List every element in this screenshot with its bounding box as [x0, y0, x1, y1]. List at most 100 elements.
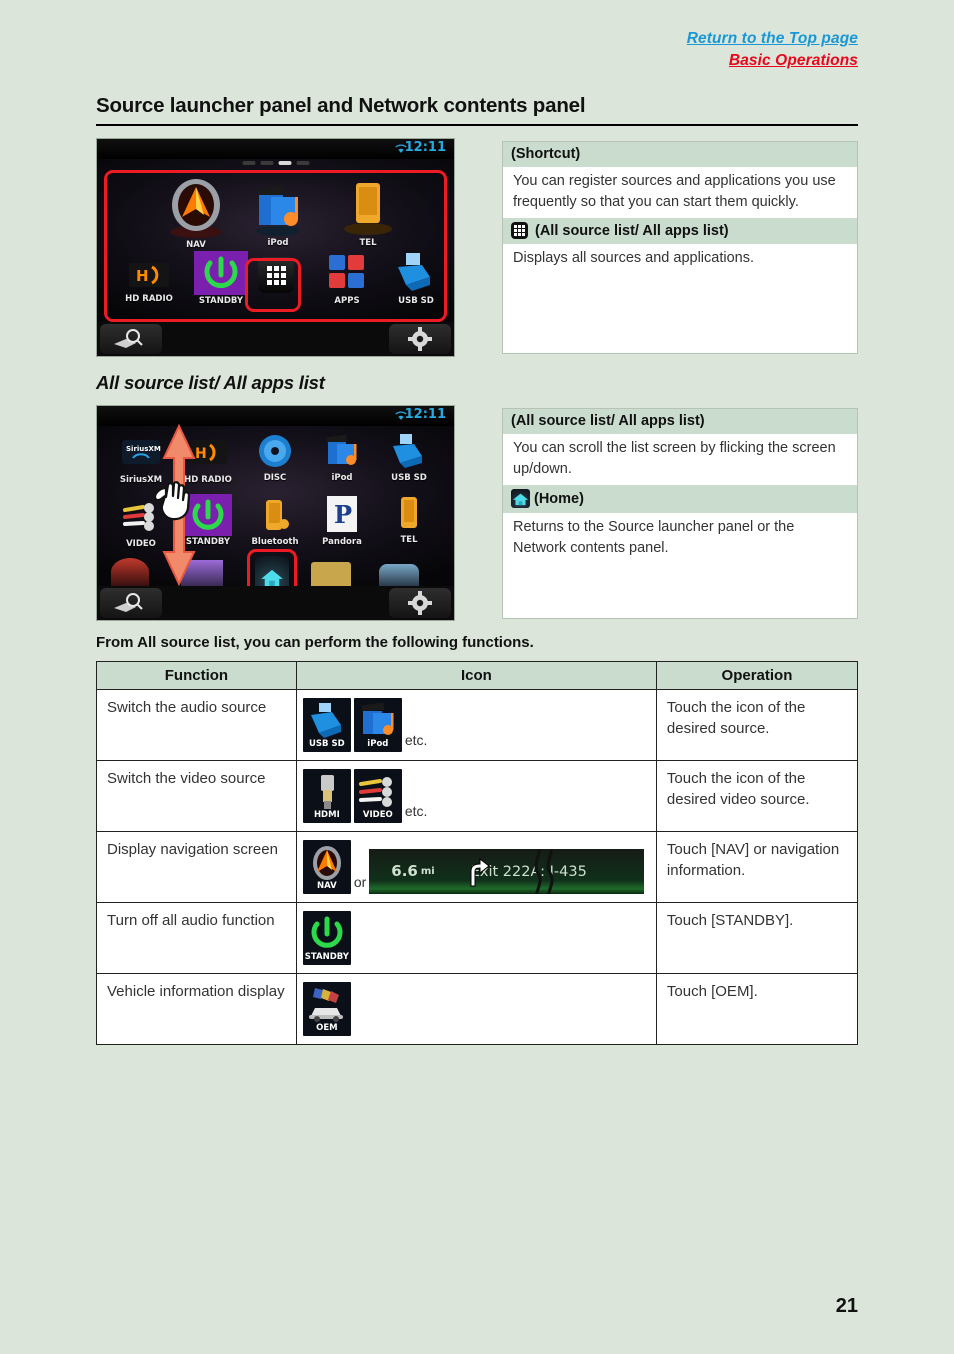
source-icon-tel[interactable]: TEL	[377, 494, 441, 545]
etc-label: etc.	[404, 731, 428, 748]
gear-icon[interactable]	[389, 588, 451, 618]
page-dot-active[interactable]	[278, 161, 291, 165]
oem-icon: OEM	[302, 982, 351, 1036]
or-label: or	[353, 873, 367, 890]
usb-sd-icon	[392, 251, 440, 295]
partial-icon-row3-4[interactable]	[311, 562, 351, 586]
etc-label: etc.	[404, 802, 428, 819]
row-function: Vehicle information display	[96, 973, 297, 1045]
all-apps-grid-icon	[511, 222, 528, 240]
pandora-icon: P	[325, 494, 359, 536]
row-operation: Touch the icon of the desired video sour…	[655, 760, 859, 832]
siriusxm-icon: SiriusXM	[119, 434, 163, 474]
row-icon: STANDBY	[295, 902, 657, 974]
launcher-icon-label: STANDBY	[198, 296, 244, 306]
partial-icon-row3-1[interactable]	[111, 558, 149, 586]
row-function: Turn off all audio function	[96, 902, 297, 974]
standby-icon: STANDBY	[302, 911, 351, 965]
table-row: Turn off all audio function STANDBY Touc…	[96, 902, 859, 974]
clock: 12:11	[404, 140, 446, 155]
row-icon: OEM	[295, 973, 657, 1045]
launcher-bottom-bar	[97, 322, 454, 356]
svg-text:P: P	[334, 500, 352, 529]
tel-icon	[338, 177, 398, 237]
ipod-icon: iPod	[353, 698, 402, 752]
tile-label: HDMI	[313, 810, 340, 821]
hand-cursor-icon	[153, 481, 191, 521]
standby-icon	[194, 251, 248, 295]
break-squiggle-icon	[534, 849, 554, 894]
tile-label: STANDBY	[304, 952, 349, 963]
launcher-icon-tel[interactable]: TEL	[313, 177, 423, 248]
page-title: Source launcher panel and Network conten…	[96, 94, 586, 117]
partial-icon-row3-5[interactable]	[379, 564, 419, 586]
svg-text:SiriusXM: SiriusXM	[126, 445, 161, 453]
row-icon: USB SD iPod etc.	[295, 689, 657, 761]
row-function: Display navigation screen	[96, 831, 297, 903]
source-icon-pandora[interactable]: P Pandora	[310, 494, 374, 547]
all-source-list-band: (All source list/ All apps list)	[503, 218, 857, 245]
source-icon-label: iPod	[331, 473, 353, 483]
source-icon-ipod[interactable]: iPod	[310, 432, 374, 483]
launcher-icon-hd-radio[interactable]: H HD RADIO	[113, 257, 185, 304]
hdmi-icon: HDMI	[302, 769, 351, 823]
svg-text:H: H	[136, 267, 149, 285]
page-dot[interactable]	[296, 161, 309, 165]
hd-radio-icon: H	[126, 257, 172, 293]
launcher-icon-all-apps[interactable]	[253, 257, 299, 293]
page-dot[interactable]	[260, 161, 273, 165]
section-subtitle: All source list/ All apps list	[96, 372, 325, 393]
row-operation: Touch [NAV] or navigation information.	[655, 831, 859, 903]
return-to-top-link[interactable]: Return to the Top page	[687, 28, 858, 50]
map-search-icon[interactable]	[100, 588, 162, 618]
col-header-operation: Operation	[655, 661, 859, 690]
page-number: 21	[835, 1295, 858, 1317]
ipod-icon	[320, 432, 364, 472]
video-icon: VIDEO	[353, 769, 402, 823]
usb-sd-icon	[387, 432, 431, 472]
tile-label: VIDEO	[362, 810, 393, 821]
row-operation: Touch [OEM].	[655, 973, 859, 1045]
gear-icon[interactable]	[389, 324, 451, 354]
shortcut-description-panel: (Shortcut) You can register sources and …	[502, 141, 858, 354]
home-title: (Home)	[534, 490, 584, 507]
row-icon: HDMI VIDEO etc.	[295, 760, 657, 832]
row-function: Switch the video source	[96, 760, 297, 832]
table-row: Vehicle information display OEM Touch [O…	[96, 973, 859, 1045]
basic-operations-link[interactable]: Basic Operations	[687, 50, 858, 72]
ipod-icon	[247, 179, 309, 237]
nav-distance: 6.6	[391, 862, 418, 881]
launcher-icon-apps[interactable]: APPS	[309, 251, 385, 306]
launcher-icon-usb-sd[interactable]: USB SD	[379, 251, 453, 306]
table-row: Switch the video source HDMI VIDEO etc. …	[96, 760, 859, 832]
all-apps-grid-icon	[258, 257, 294, 293]
top-links: Return to the Top page Basic Operations	[687, 28, 858, 73]
col-header-function: Function	[96, 661, 297, 690]
launcher-icon-label: HD RADIO	[125, 294, 173, 304]
page-dot[interactable]	[242, 161, 255, 165]
shortcut-title: (Shortcut)	[511, 146, 581, 162]
source-icon-usb-sd[interactable]: USB SD	[377, 432, 441, 483]
source-icon-bluetooth[interactable]: Bluetooth	[243, 496, 307, 547]
title-divider	[96, 124, 858, 126]
table-intro: From All source list, you can perform th…	[96, 634, 534, 651]
source-icon-label: Bluetooth	[251, 537, 299, 547]
map-search-icon[interactable]	[100, 324, 162, 354]
status-bar: 12:11	[97, 139, 454, 159]
row-function: Switch the audio source	[96, 689, 297, 761]
status-bar: 12:11	[97, 406, 454, 426]
source-icon-label: Pandora	[322, 537, 362, 547]
launcher-icon-standby[interactable]: STANDBY	[183, 251, 259, 306]
launcher-icon-label: USB SD	[398, 296, 434, 306]
nav-icon: NAV	[302, 840, 351, 894]
tile-label: OEM	[316, 1023, 338, 1034]
shortcut-band: (Shortcut)	[503, 142, 857, 167]
functions-table: Function Icon Operation Switch the audio…	[96, 661, 859, 1045]
all-source-screen: 12:11 SiriusXM SiriusXM H HD RADIO DISC …	[97, 406, 454, 591]
source-icon-disc[interactable]: DISC	[243, 432, 307, 483]
source-icon-label: USB SD	[391, 473, 427, 483]
navigation-info-strip[interactable]: 6.6 mi Exit 222A: I-435	[369, 849, 645, 894]
all-source-list-screenshot: 12:11 SiriusXM SiriusXM H HD RADIO DISC …	[96, 405, 455, 621]
all-source-list-title: (All source list/ All apps list)	[535, 222, 729, 239]
disc-icon	[253, 432, 297, 472]
